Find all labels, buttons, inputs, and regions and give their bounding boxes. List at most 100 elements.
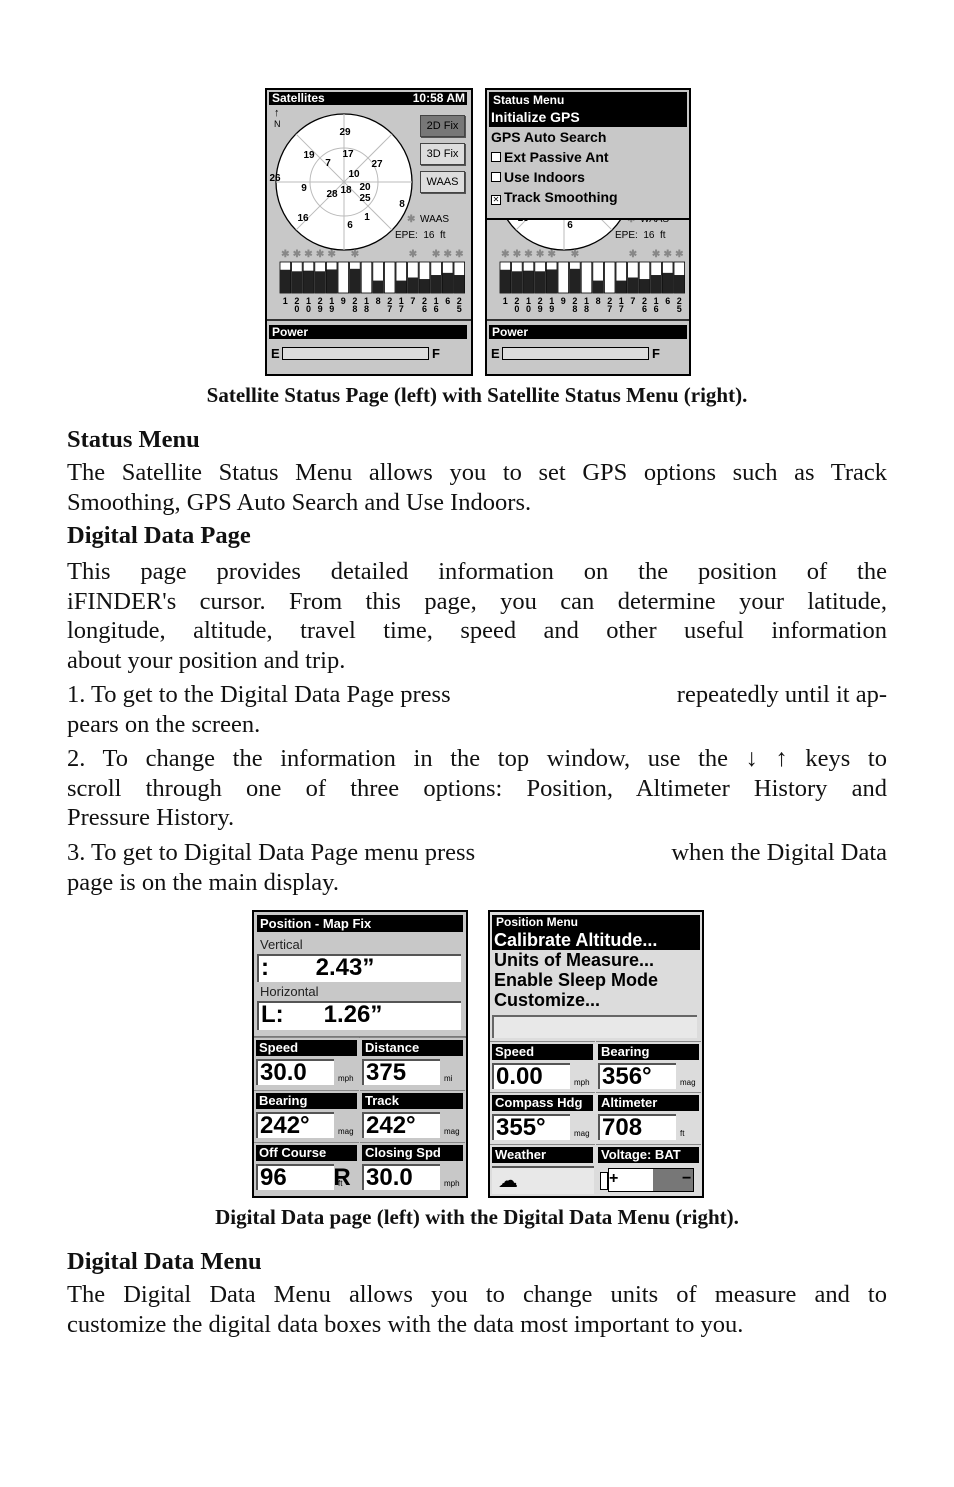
bar-satellite-label: 9 [329,304,334,314]
status-menu-item[interactable]: GPS Auto Search [489,128,687,147]
step-3: 3. To get to Digital Data Page menu pres… [67,838,887,897]
signal-bar-bg [337,261,350,294]
signal-bar [407,277,419,293]
signal-bar [616,280,627,293]
text-line: scroll through one of three options: Pos… [67,774,887,802]
bar-satellite-label: 6 [665,296,670,306]
digital-data-page-heading: Digital Data Page [67,522,251,549]
text-line: The Digital Data Menu allows you to chan… [67,1281,887,1308]
sky-satellite: 9 [301,183,307,194]
waas-star-icon: ✱ [524,249,533,260]
bar-satellite-label: 7 [387,304,392,314]
waas-star-icon: ✱ [328,249,337,260]
cell-divider [596,1144,701,1145]
step-2: 2. To change the information in the top … [67,744,887,833]
power-empty-label: E [271,346,280,361]
status-menu-item[interactable]: Initialize GPS [489,108,687,127]
data-cell-value: 242° [256,1112,334,1138]
position-menu-item[interactable]: Enable Sleep Mode [492,970,700,990]
data-cell-value: 96 R [256,1164,351,1190]
menu-item-label: Initialize GPS [491,109,580,125]
status-menu-item[interactable]: Use Indoors [489,168,687,187]
cell-divider [254,1142,359,1143]
signal-bar [592,280,604,293]
waas-star-icon: ✱ [571,249,580,260]
sky-satellite: 6 [567,220,573,231]
digital-data-page-paragraph: This page provides detailed information … [67,557,887,675]
signal-bar-bg [384,261,396,294]
bar-satellite-label: 0 [514,304,519,314]
signal-bar [627,277,639,293]
data-cell-label: Bearing [256,1093,357,1109]
data-cell-unit: mph [338,1074,354,1083]
digital-data-screen: Position - Map Fix Vertical : 2.43” Hori… [252,910,468,1198]
data-cell-unit: ft [680,1129,685,1138]
data-cell-value: 30.0 [362,1164,440,1190]
signal-bar [442,272,453,293]
text-line: iFINDER's cursor. From this page, you ca… [67,587,887,615]
bar-satellite-label: 5 [677,304,682,314]
data-cell-unit: mag [680,1078,696,1087]
sky-satellite: 17 [342,149,354,160]
bar-satellite-label: 9 [561,296,566,306]
cell-divider [490,1092,595,1093]
checkbox[interactable] [491,152,501,162]
position-menu-item[interactable]: Calibrate Altitude... [492,930,700,950]
sky-satellite: 6 [347,220,353,231]
signal-bar [419,279,430,293]
fix-button-waas[interactable]: WAAS [420,171,465,193]
sky-satellite: 7 [325,158,331,169]
text-line: This page provides detailed information … [67,558,887,585]
bar-satellite-label: 9 [341,296,346,306]
signal-bar [303,270,314,293]
bar-satellite-label: 1 [283,296,288,306]
checkbox[interactable] [491,172,501,182]
waas-star-icon: ✱ [513,249,522,260]
battery-plus: + [609,1169,653,1191]
data-cell-value: 30.0 [256,1059,334,1085]
digital-data-menu-heading: Digital Data Menu [67,1248,262,1275]
text-line: about your position and trip. [67,646,346,674]
data-cell-unit: ft [338,1179,343,1188]
bar-satellite-label: 1 [503,296,508,306]
position-menu-item[interactable]: Customize... [492,990,700,1010]
checkbox[interactable]: ✕ [491,195,501,205]
data-cell-value: 355° [492,1114,570,1140]
status-menu-item[interactable]: ✕ Track Smoothing [489,188,687,207]
status-menu-item[interactable]: Ext Passive Ant [489,148,687,167]
fix-button-3d-fix[interactable]: 3D Fix [420,143,465,165]
cell-divider [490,1144,595,1145]
text-line: pears on the screen. [67,710,261,738]
text-fragment: 1. To get to the Digital Data Page press [67,681,451,708]
waas-star-icon: ✱ [409,249,418,260]
position-title: Position - Map Fix [257,915,463,932]
signal-bar [534,271,546,293]
data-cell-label: Altimeter [598,1095,699,1111]
power-empty-label: E [491,346,500,361]
fix-button-2d-fix[interactable]: 2D Fix [420,115,465,137]
signal-bar [430,275,442,293]
signal-bar [396,280,407,293]
bar-satellite-label: 7 [619,304,624,314]
vertical-label: Vertical [260,937,303,952]
sky-satellite: 18 [340,185,352,196]
menu-input-box[interactable] [492,1015,697,1038]
digital-data-menu-paragraph: The Digital Data Menu allows you to chan… [67,1280,887,1339]
sky-satellite: 28 [326,189,338,200]
data-cell-label: Compass Hdg [492,1095,593,1111]
horizontal-value: L: 1.26” [257,1001,461,1030]
waas-star-icon: ✱ [444,249,453,260]
sky-satellite: 19 [303,150,315,161]
sky-satellite: 8 [399,199,405,210]
step-1: 1. To get to the Digital Data Page press… [67,680,887,739]
waas-label: WAAS [420,214,450,225]
sky-satellite: 25 [359,193,371,204]
signal-bar [662,272,673,293]
bar-satellite-label: 7 [630,296,635,306]
satellite-status-menu-screen: Status Menu Initialize GPS GPS Auto Searc… [485,88,691,376]
status-menu-paragraph: The Satellite Status Menu allows you to … [67,458,887,517]
figure2-caption: Digital Data page (left) with the Digita… [215,1205,739,1229]
cell-divider [360,1090,465,1091]
signal-bar-bg [604,261,616,294]
position-menu-item[interactable]: Units of Measure... [492,950,700,970]
